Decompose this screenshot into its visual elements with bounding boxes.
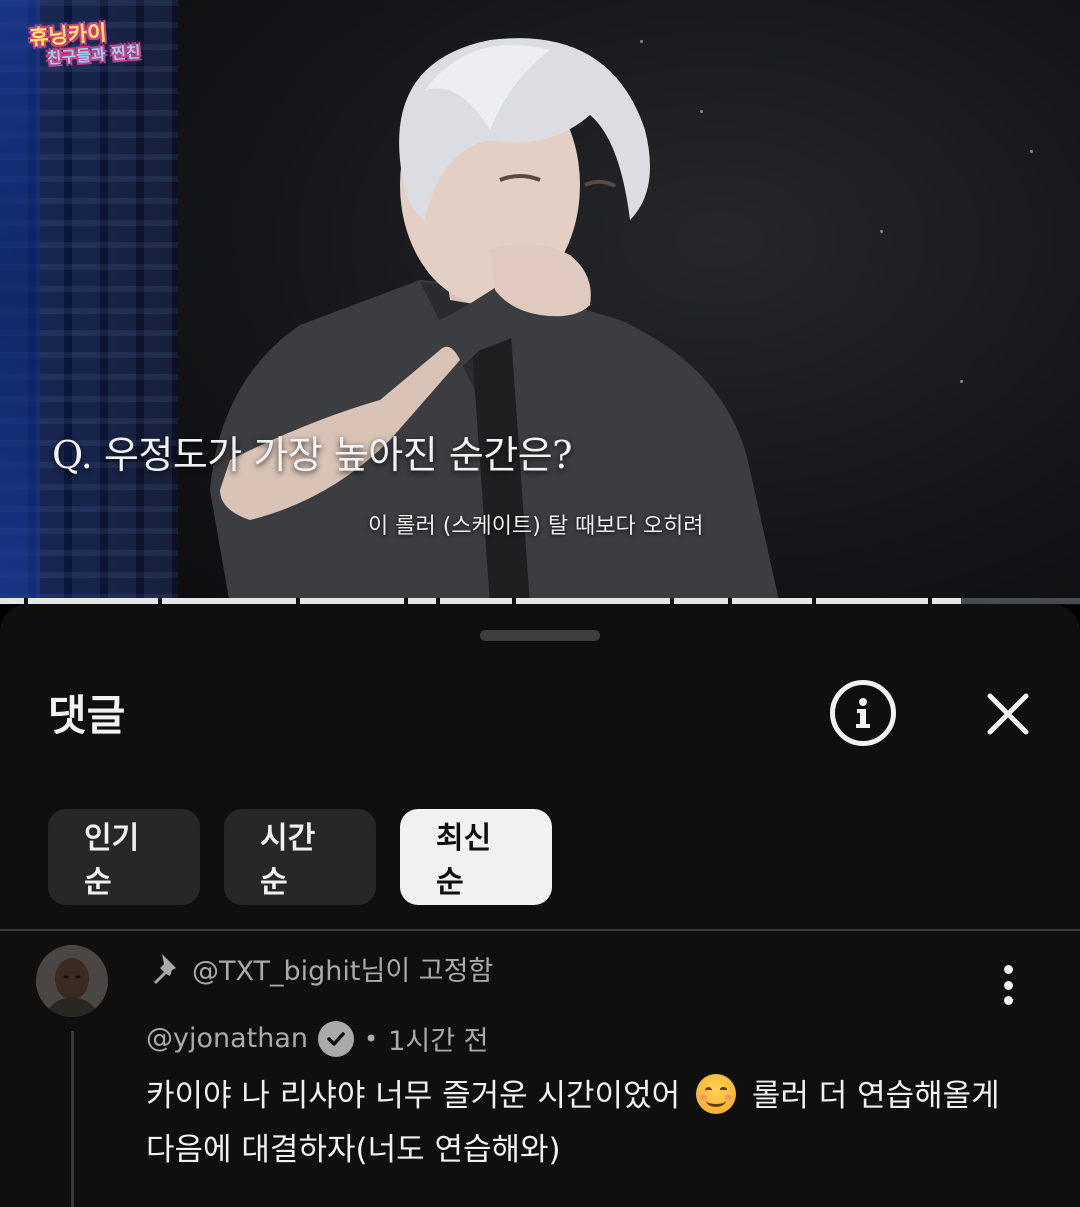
background-led-screen [0, 0, 178, 600]
background-speck [1030, 150, 1033, 153]
separator-dot: • [364, 1024, 379, 1053]
more-options-button[interactable] [990, 965, 1026, 1005]
background-speck [880, 230, 883, 233]
pin-icon [154, 953, 176, 984]
question-caption: Q. 우정도가 가장 높아진 순간은? [52, 433, 573, 477]
video-subtitle: 이 롤러 (스케이트) 탈 때보다 오히려 [368, 514, 704, 539]
sort-chips: 인기순 시간순 최신순 [48, 809, 552, 905]
info-circle-icon [856, 698, 870, 728]
info-button[interactable] [830, 680, 896, 746]
smiling-face-emoji-icon [695, 1074, 736, 1114]
sheet-drag-handle[interactable] [480, 630, 600, 641]
comment-text-line-2: 다음에 대결하자(너도 연습해와) [146, 1132, 561, 1168]
avatar-image [36, 945, 108, 1017]
comment-timestamp: 1시간 전 [388, 1026, 489, 1057]
verified-badge-icon [318, 1020, 355, 1057]
comments-sheet: 댓글 인기순 시간순 최신순 @TXT_bighit님이 고정함 @yjonat… [0, 604, 1080, 1207]
checkmark-icon [327, 1031, 345, 1046]
more-dot-icon [1003, 996, 1013, 1005]
background-speck [960, 380, 963, 383]
sort-chip-newest[interactable]: 최신순 [400, 809, 552, 905]
video-player[interactable]: 휴닝카이 친구들과 찐친 Q. 우정도가 가장 높아진 순간은? 이 롤러 (스… [0, 0, 1080, 605]
pinned-text: @TXT_bighit님이 고정함 [192, 956, 494, 987]
thread-line [71, 1031, 74, 1207]
comment-item: @TXT_bighit님이 고정함 @yjonathan • 1시간 전 카이야… [0, 931, 1080, 1207]
pinned-indicator: @TXT_bighit님이 고정함 [150, 949, 493, 988]
comment-text: 카이야 나 리샤야 너무 즐거운 시간이었어 롤러 더 연습해올게 다음에 대결… [146, 1069, 1026, 1177]
comment-text-part-1: 카이야 나 리샤야 너무 즐거운 시간이었어 [146, 1078, 681, 1114]
comment-author[interactable]: @yjonathan [146, 1023, 308, 1054]
close-icon [987, 693, 1029, 735]
avatar[interactable] [36, 945, 108, 1017]
comment-header: @yjonathan • 1시간 전 [146, 1019, 488, 1058]
close-button[interactable] [984, 690, 1032, 738]
sort-chip-timeline[interactable]: 시간순 [224, 809, 376, 905]
more-dot-icon [1003, 980, 1013, 990]
comment-text-part-2: 롤러 더 연습해올게 [751, 1078, 1000, 1114]
sheet-title: 댓글 [48, 691, 126, 740]
sort-chip-popular[interactable]: 인기순 [48, 809, 200, 905]
more-dot-icon [1003, 965, 1013, 974]
